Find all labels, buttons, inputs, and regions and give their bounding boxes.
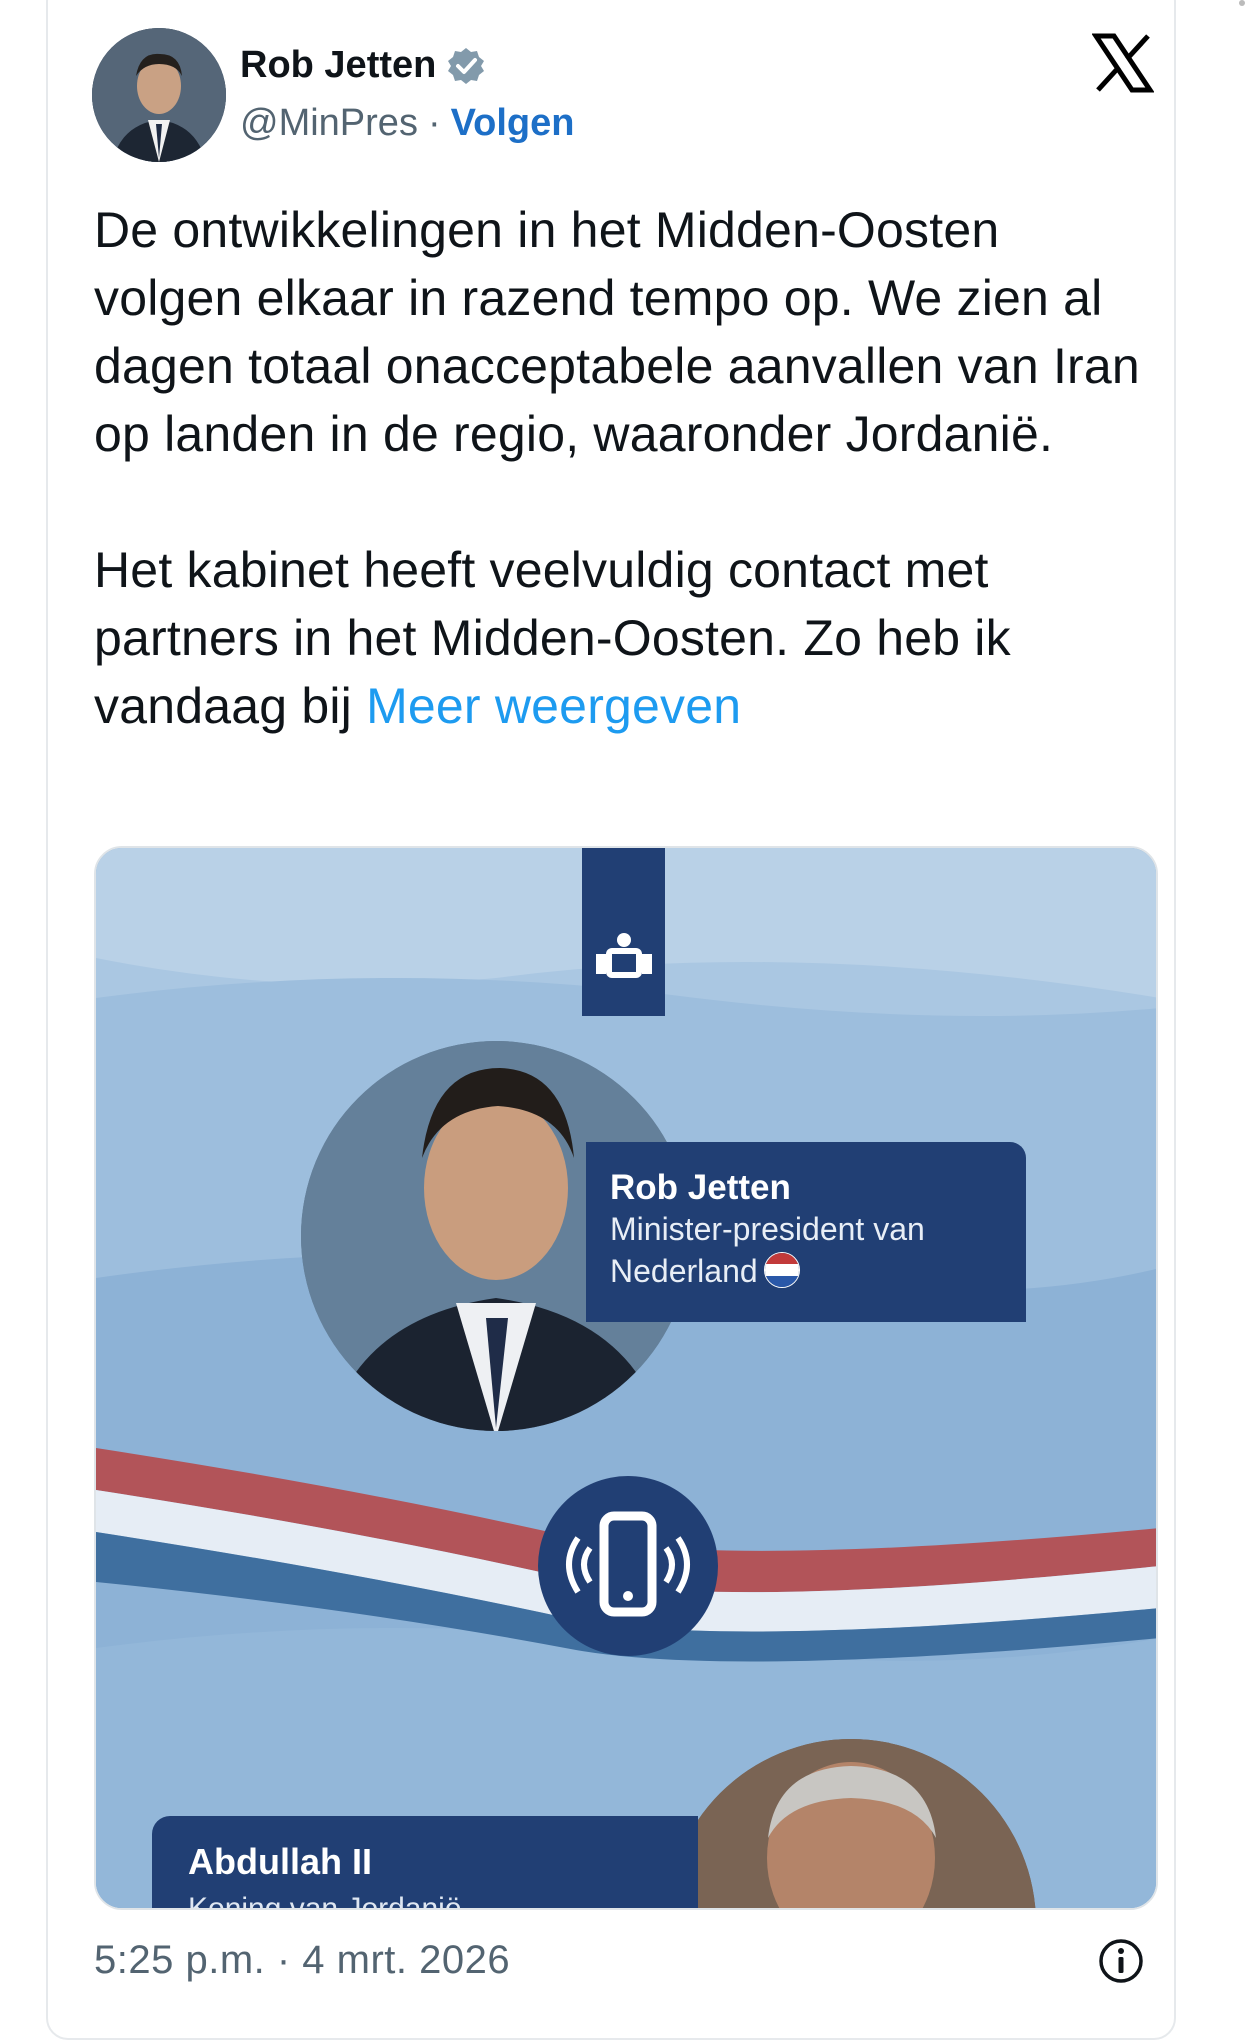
author-name-row: Rob Jetten xyxy=(240,44,486,87)
tweet-paragraph-1: De ontwikkelingen in het Midden-Oosten v… xyxy=(94,202,1140,462)
person-1-role: Minister-president van Nederland xyxy=(610,1208,1026,1292)
person-2-name: Abdullah II xyxy=(188,1841,372,1882)
media-illustration xyxy=(96,848,1156,1908)
author-handle-row: @MinPres · Volgen xyxy=(240,102,574,145)
separator: · xyxy=(427,102,441,144)
person-2-role: Koning van Jordanië xyxy=(188,1892,462,1910)
tweet-paragraph-2: Het kabinet heeft veelvuldig contact met… xyxy=(94,536,1154,740)
author-name[interactable]: Rob Jetten xyxy=(240,44,436,87)
follow-button[interactable]: Volgen xyxy=(451,102,575,145)
person-2-label: Abdullah II Koning van Jordanië xyxy=(152,1816,698,1910)
tweet-text: De ontwikkelingen in het Midden-Oosten v… xyxy=(94,196,1154,740)
person-1-label: Rob Jetten Minister-president van Nederl… xyxy=(586,1142,1026,1322)
author-avatar[interactable] xyxy=(92,28,226,162)
verified-badge-icon xyxy=(448,47,485,84)
author-handle[interactable]: @MinPres xyxy=(240,102,418,145)
tweet-media-image[interactable]: Rob Jetten Minister-president van Nederl… xyxy=(94,846,1158,1910)
scrollbar-indicator[interactable] xyxy=(1239,0,1245,6)
show-more-link[interactable]: Meer weergeven xyxy=(366,678,741,734)
netherlands-flag-icon xyxy=(763,1252,800,1288)
person-1-name: Rob Jetten xyxy=(610,1168,791,1207)
tweet-timestamp[interactable]: 5:25 p.m. · 4 mrt. 2026 xyxy=(94,1938,510,1983)
x-logo-icon[interactable] xyxy=(1092,32,1154,94)
info-icon[interactable] xyxy=(1098,1938,1144,1984)
